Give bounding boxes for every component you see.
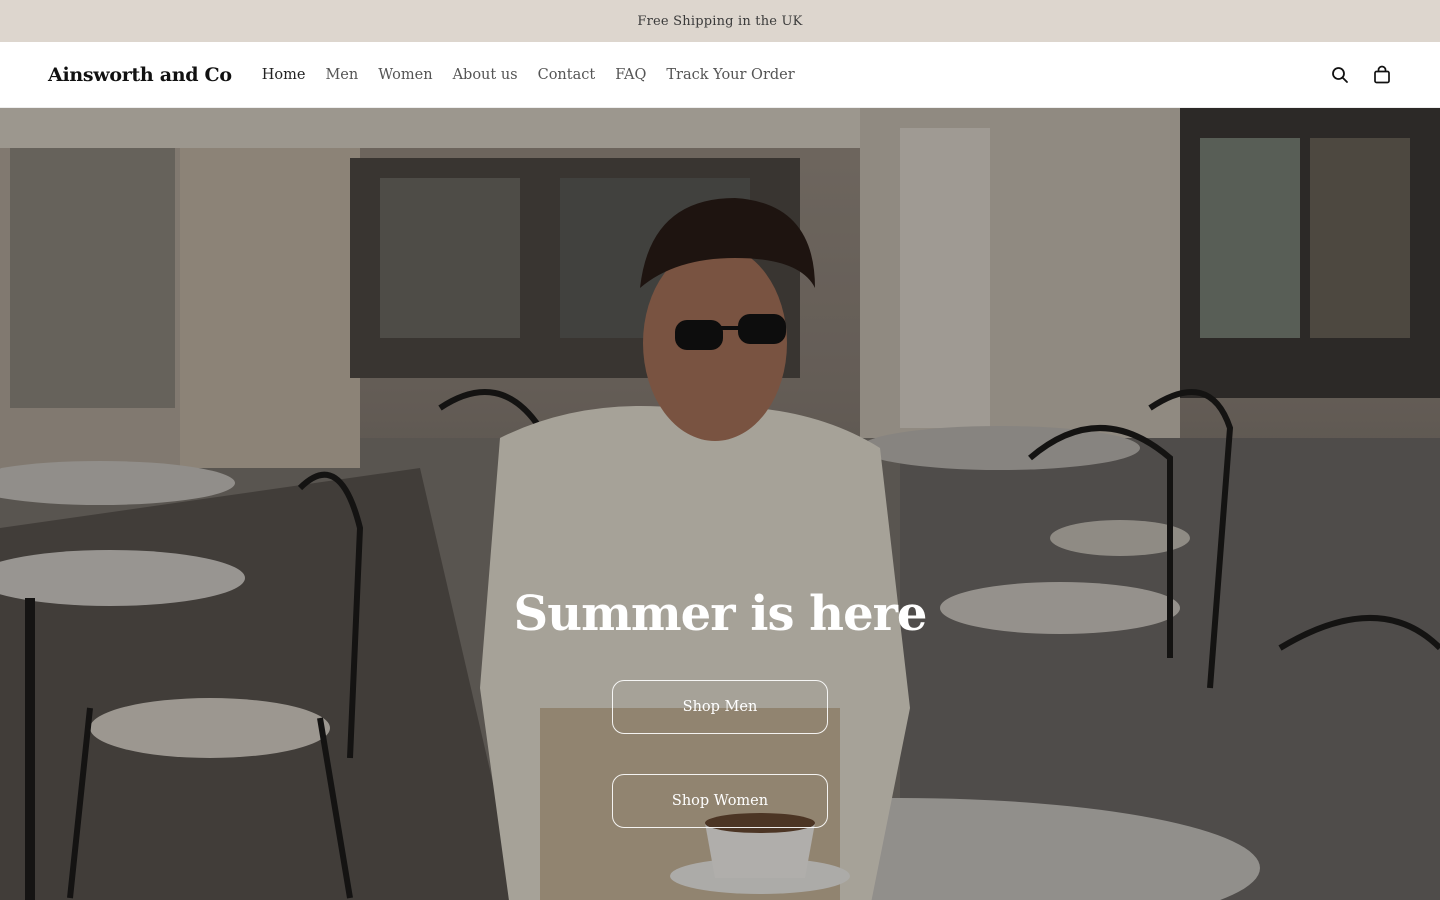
shop-women-button[interactable]: Shop Women (612, 774, 828, 828)
nav-faq[interactable]: FAQ (615, 67, 646, 83)
nav-about-us[interactable]: About us (453, 67, 518, 83)
site-header: Ainsworth and Co Home Men Women About us… (0, 42, 1440, 108)
hero-banner: Summer is here Shop Men Shop Women (0, 108, 1440, 900)
nav-women[interactable]: Women (378, 67, 432, 83)
nav-contact[interactable]: Contact (538, 67, 596, 83)
hero-title: Summer is here (513, 586, 928, 642)
search-icon[interactable] (1330, 65, 1350, 85)
shopping-bag-icon[interactable] (1372, 65, 1392, 85)
nav-home[interactable]: Home (262, 67, 306, 83)
announcement-text: Free Shipping in the UK (637, 13, 803, 29)
store-logo[interactable]: Ainsworth and Co (48, 64, 232, 86)
header-actions (1330, 65, 1392, 85)
nav-men[interactable]: Men (325, 67, 358, 83)
nav-track-order[interactable]: Track Your Order (666, 67, 794, 83)
announcement-bar: Free Shipping in the UK (0, 0, 1440, 42)
main-nav: Home Men Women About us Contact FAQ Trac… (262, 67, 795, 83)
shop-men-button[interactable]: Shop Men (612, 680, 828, 734)
